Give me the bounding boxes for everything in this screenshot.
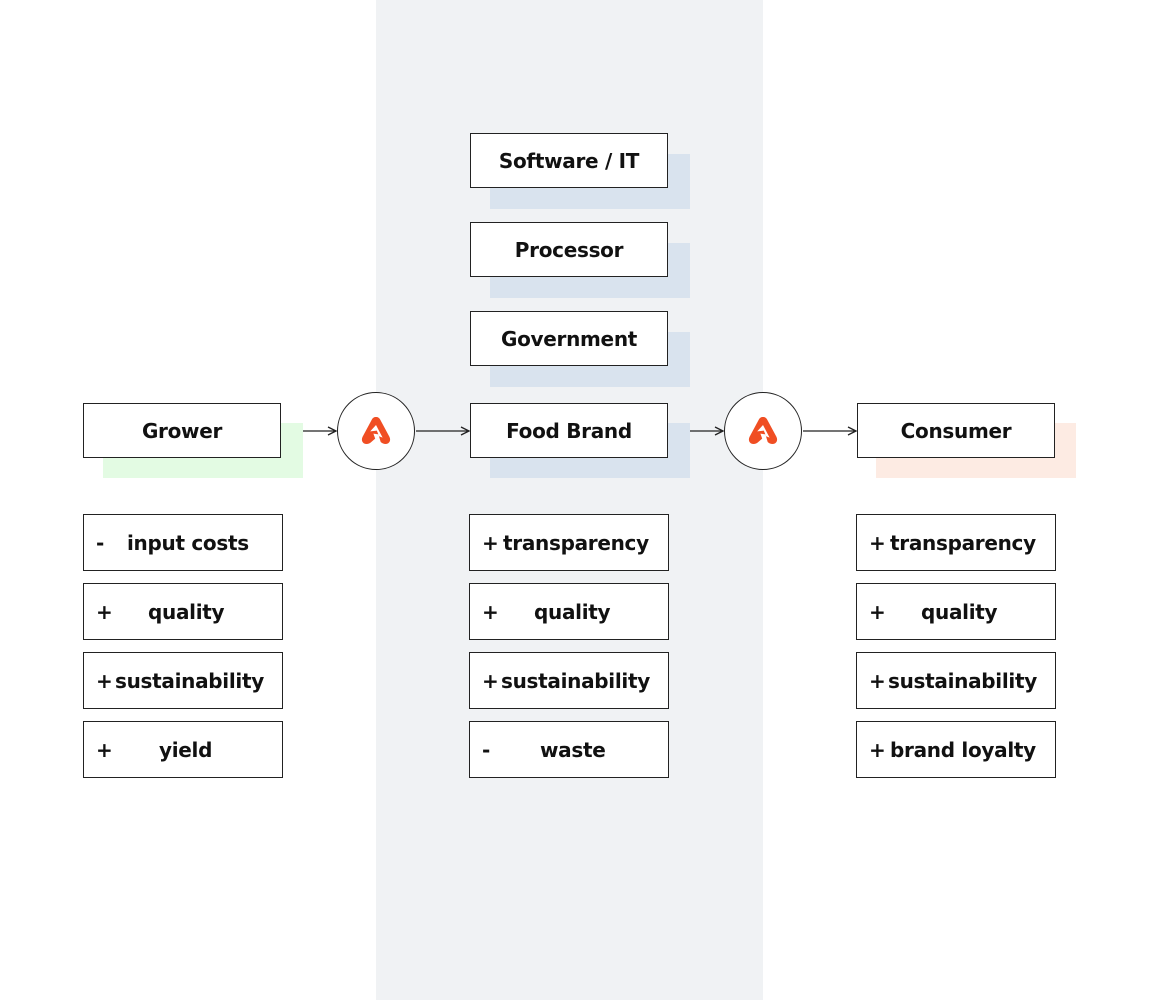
- logo-mark-icon: [361, 417, 391, 444]
- stakeholder-label: Government: [500, 326, 638, 351]
- benefit-sign: +: [869, 599, 886, 624]
- benefit-item: + quality: [856, 583, 1056, 640]
- flow-food-brand: Food Brand: [470, 403, 668, 458]
- benefit-label: brand loyalty: [890, 737, 1036, 762]
- flow-label: Food Brand: [506, 418, 632, 443]
- benefit-sign: +: [96, 668, 113, 693]
- benefit-item: + quality: [83, 583, 283, 640]
- benefit-label: input costs: [127, 530, 249, 555]
- benefit-label: quality: [148, 599, 225, 624]
- benefit-item: - waste: [469, 721, 669, 778]
- benefit-label: transparency: [503, 530, 649, 555]
- flow-label: Consumer: [900, 418, 1012, 443]
- benefit-label: quality: [534, 599, 611, 624]
- logo-node-right: [724, 392, 802, 470]
- benefit-sign: -: [482, 737, 491, 762]
- benefit-sign: +: [96, 737, 113, 762]
- flow-label: Grower: [141, 418, 223, 443]
- benefit-sign: +: [96, 599, 113, 624]
- flow-grower: Grower: [83, 403, 281, 458]
- stakeholder-label: Software / IT: [498, 148, 640, 173]
- benefit-label: sustainability: [115, 668, 264, 693]
- benefit-sign: +: [482, 599, 499, 624]
- benefit-sign: +: [869, 668, 886, 693]
- benefit-item: + yield: [83, 721, 283, 778]
- benefit-sign: +: [869, 530, 886, 555]
- flow-consumer: Consumer: [857, 403, 1055, 458]
- benefit-sign: +: [869, 737, 886, 762]
- benefit-label: quality: [921, 599, 998, 624]
- benefit-item: - input costs: [83, 514, 283, 571]
- benefit-label: waste: [540, 737, 606, 762]
- benefit-sign: -: [96, 530, 105, 555]
- benefit-label: sustainability: [501, 668, 650, 693]
- stakeholder-software: Software / IT: [470, 133, 668, 188]
- logo-mark-icon: [748, 417, 778, 444]
- benefit-item: + sustainability: [469, 652, 669, 709]
- logo-node-left: [337, 392, 415, 470]
- benefit-item: + brand loyalty: [856, 721, 1056, 778]
- benefit-item: + sustainability: [83, 652, 283, 709]
- benefit-label: sustainability: [888, 668, 1037, 693]
- stakeholder-label: Processor: [514, 237, 624, 262]
- benefit-label: yield: [159, 737, 213, 762]
- benefit-sign: +: [482, 668, 499, 693]
- stakeholder-processor: Processor: [470, 222, 668, 277]
- benefit-item: + transparency: [469, 514, 669, 571]
- benefit-item: + transparency: [856, 514, 1056, 571]
- benefit-item: + sustainability: [856, 652, 1056, 709]
- benefit-label: transparency: [890, 530, 1036, 555]
- stakeholder-government: Government: [470, 311, 668, 366]
- benefit-item: + quality: [469, 583, 669, 640]
- benefit-sign: +: [482, 530, 499, 555]
